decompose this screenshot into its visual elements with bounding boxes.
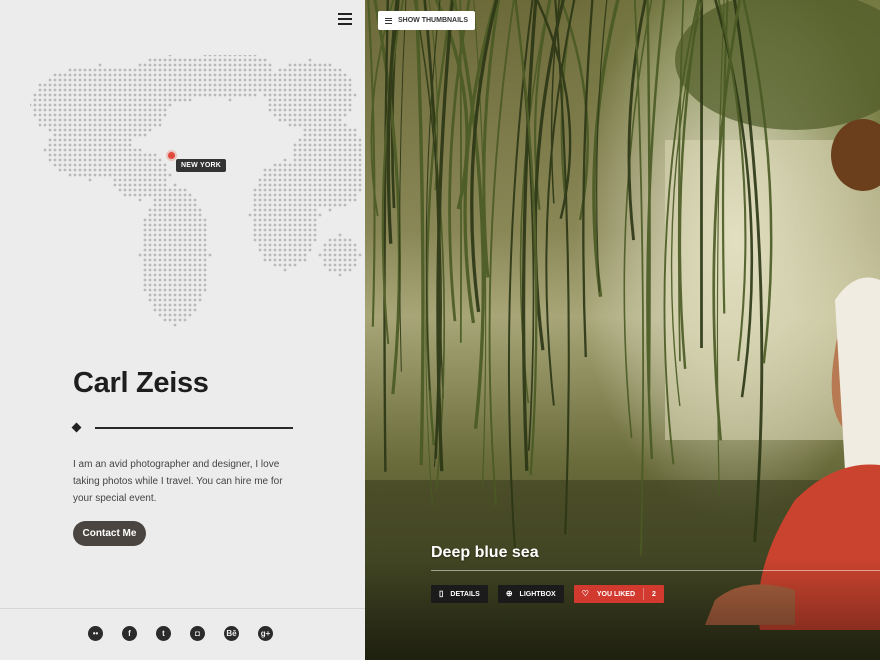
like-button[interactable]: ♡ YOU LIKED 2 [573,585,664,603]
plus-circle-icon: ⊕ [505,589,513,598]
location-pin-icon[interactable] [168,152,175,159]
contact-me-button[interactable]: Contact Me [73,521,146,546]
details-label: DETAILS [450,590,480,598]
facebook-icon[interactable]: f [122,626,137,641]
like-count: 2 [652,590,656,598]
world-map [30,55,362,327]
menu-icon[interactable] [338,13,352,25]
title-divider [431,570,880,571]
diamond-icon [71,422,82,433]
photo-actions: ▯ DETAILS ⊕ LIGHTBOX ♡ YOU LIKED 2 [431,585,664,603]
divider [95,427,293,429]
lightbox-button[interactable]: ⊕ LIGHTBOX [497,585,564,603]
photo-title: Deep blue sea [431,544,539,561]
show-thumbnails-label: SHOW THUMBNAILS [398,17,468,24]
profile-name: Carl Zeiss [73,367,209,399]
like-separator [643,588,645,600]
flickr-icon[interactable]: •• [88,626,103,641]
twitter-icon[interactable]: t [156,626,171,641]
photo-viewer: SHOW THUMBNAILS Deep blue sea ▯ DETAILS … [365,0,880,660]
bookmark-icon: ▯ [439,589,444,598]
social-footer: •• f t ◘ Bē g+ [0,608,365,660]
instagram-icon[interactable]: ◘ [190,626,205,641]
googleplus-icon[interactable]: g+ [258,626,273,641]
details-button[interactable]: ▯ DETAILS [431,585,488,603]
profile-panel: NEW YORK Carl Zeiss I am an avid photogr… [0,0,365,660]
social-links: •• f t ◘ Bē g+ [88,626,273,641]
behance-icon[interactable]: Bē [224,626,239,641]
profile-bio: I am an avid photographer and designer, … [73,459,283,504]
show-thumbnails-button[interactable]: SHOW THUMBNAILS [378,11,475,30]
heart-icon: ♡ [581,589,589,598]
lightbox-label: LIGHTBOX [519,590,556,598]
location-label: NEW YORK [176,159,226,172]
liked-label: YOU LIKED [596,590,636,598]
list-icon [385,16,392,25]
